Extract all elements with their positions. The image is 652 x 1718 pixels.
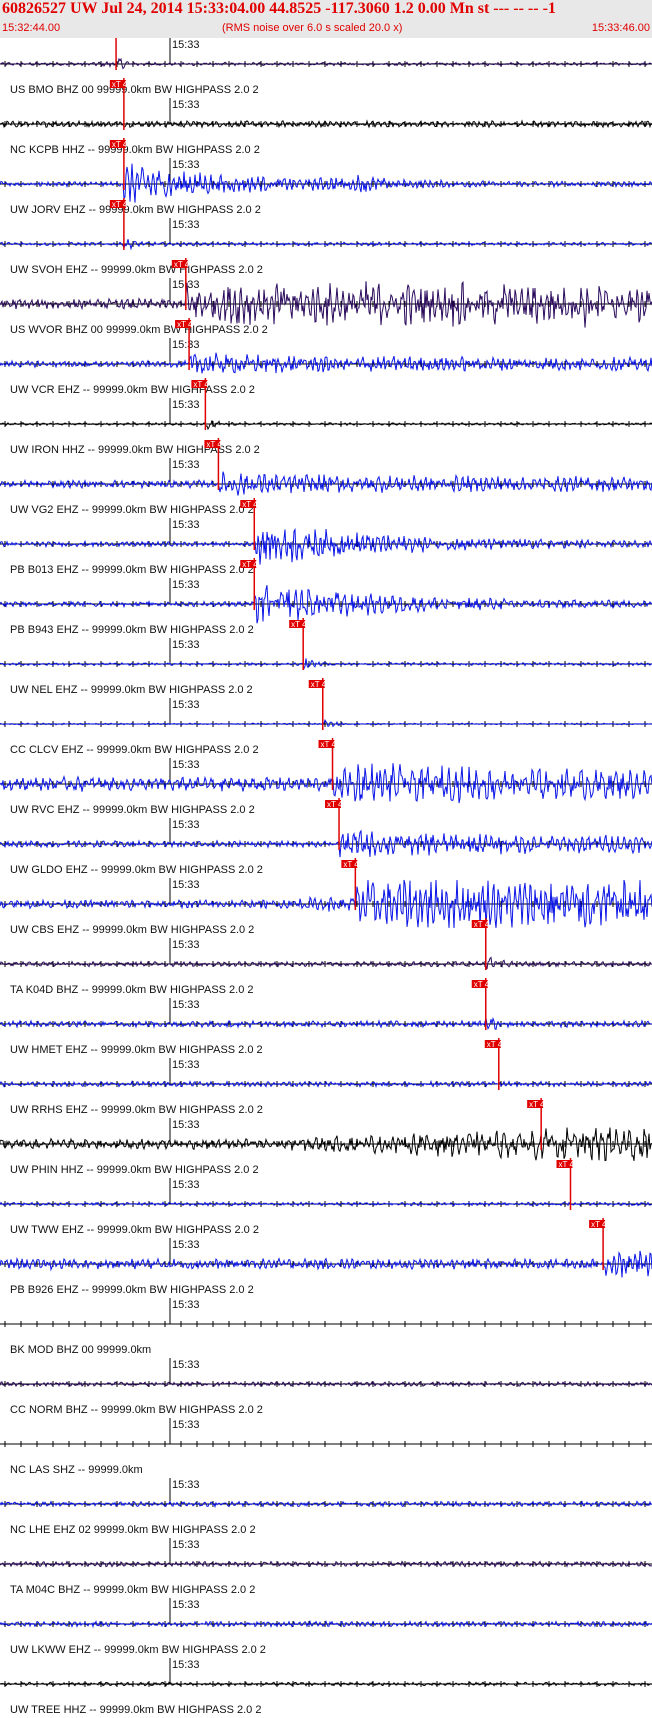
station-label: NC LHE EHZ 02 99999.0km BW HIGHPASS 2.0 …: [10, 1524, 256, 1536]
pick-label: xT 4: [177, 320, 193, 329]
minute-label: 15:33: [172, 1599, 200, 1611]
trace-row: 15:33 BK MOD BHZ 00 99999.0km: [0, 1298, 652, 1356]
station-label: UW TREE HHZ -- 99999.0km BW HIGHPASS 2.0…: [10, 1704, 261, 1716]
pick-label: xT 4: [206, 440, 222, 449]
trace-row: 15:33 CC NORM BHZ -- 99999.0km BW HIGHPAS…: [0, 1358, 652, 1416]
station-label: UW NEL EHZ -- 99999.0km BW HIGHPASS 2.0 …: [10, 684, 253, 696]
minute-label: 15:33: [172, 1059, 200, 1071]
station-label: UW VCR EHZ -- 99999.0km BW HIGHPASS 2.0 …: [10, 384, 255, 396]
minute-label: 15:33: [172, 759, 200, 771]
station-label: PB B926 EHZ -- 99999.0km BW HIGHPASS 2.0…: [10, 1284, 254, 1296]
minute-label: 15:33: [172, 219, 200, 231]
waveform: [0, 527, 652, 565]
minute-label: 15:33: [172, 939, 200, 951]
minute-label: 15:33: [172, 1359, 200, 1371]
station-label: PB B943 EHZ -- 99999.0km BW HIGHPASS 2.0…: [10, 624, 254, 636]
station-label: UW VG2 EHZ -- 99999.0km BW HIGHPASS 2.0 …: [10, 504, 254, 516]
pick-label: xT 4: [174, 260, 190, 269]
minute-label: 15:33: [172, 1119, 200, 1131]
station-label: CC CLCV EHZ -- 99999.0km BW HIGHPASS 2.0…: [10, 744, 259, 756]
minute-label: 15:33: [172, 1539, 200, 1551]
trace-row: 15:33 NC LAS SHZ -- 99999.0km: [0, 1418, 652, 1476]
pick-label: xT 4: [112, 80, 128, 89]
station-label: NC LAS SHZ -- 99999.0km: [10, 1464, 143, 1476]
station-label: UW JORV EHZ -- 99999.0km BW HIGHPASS 2.0…: [10, 204, 261, 216]
waveform: [0, 956, 652, 970]
pick-label: xT 4: [529, 1100, 545, 1109]
pick-label: xT 4: [487, 1040, 503, 1049]
station-label: UW RVC EHZ -- 99999.0km BW HIGHPASS 2.0 …: [10, 804, 255, 816]
pick-label: xT 4: [474, 920, 490, 929]
trace-row: 15:33 xT 4US BMO BHZ 00 99999.0km BW HIGH…: [0, 38, 652, 96]
minute-label: 15:33: [172, 39, 200, 51]
minute-label: 15:33: [172, 579, 200, 591]
seismogram-traces: 15:33xT 4US BMO BHZ 00 99999.0km BW HIGH…: [0, 38, 652, 1716]
trace-row: 15:33 TA M04C BHZ -- 99999.0km BW HIGHPAS…: [0, 1538, 652, 1596]
pick-label: xT 4: [291, 620, 307, 629]
waveform: [0, 658, 652, 670]
waveform: [0, 420, 652, 431]
minute-label: 15:33: [172, 1419, 200, 1431]
minute-label: 15:33: [172, 159, 200, 171]
minute-label: 15:33: [172, 699, 200, 711]
minute-label: 15:33: [172, 1659, 200, 1671]
minute-label: 15:33: [172, 459, 200, 471]
waveform: [0, 719, 652, 728]
header-bar: 60826527 UW Jul 24, 2014 15:33:04.00 44.…: [0, 0, 652, 38]
trace-row: 15:33 NC LHE EHZ 02 99999.0km BW HIGHPASS…: [0, 1478, 652, 1536]
waveform: [0, 352, 652, 374]
pick-label: xT 4: [474, 980, 490, 989]
minute-label: 15:33: [172, 519, 200, 531]
pick-label: xT 4: [193, 380, 209, 389]
station-label: UW SVOH EHZ -- 99999.0km BW HIGHPASS 2.0…: [10, 264, 263, 276]
waveform: [0, 763, 652, 804]
waveform: [0, 163, 652, 203]
station-label: TA K04D BHZ -- 99999.0km BW HIGHPASS 2.0…: [10, 984, 254, 996]
station-label: PB B013 EHZ -- 99999.0km BW HIGHPASS 2.0…: [10, 564, 254, 576]
pick-label: xT 4: [242, 500, 258, 509]
station-label: BK MOD BHZ 00 99999.0km: [10, 1344, 151, 1356]
station-label: UW CBS EHZ -- 99999.0km BW HIGHPASS 2.0 …: [10, 924, 254, 936]
start-time: 15:32:44.00: [2, 22, 61, 34]
end-time: 15:33:46.00: [591, 22, 650, 34]
pick-label: xT 4: [591, 1220, 607, 1229]
station-label: UW LKWW EHZ -- 99999.0km BW HIGHPASS 2.0…: [10, 1644, 266, 1656]
station-label: US BMO BHZ 00 99999.0km BW HIGHPASS 2.0 …: [10, 84, 259, 96]
minute-label: 15:33: [172, 399, 200, 411]
station-label: UW IRON HHZ -- 99999.0km BW HIGHPASS 2.0…: [10, 444, 260, 456]
station-label: UW HMET EHZ -- 99999.0km BW HIGHPASS 2.0…: [10, 1044, 263, 1056]
event-title: 60826527 UW Jul 24, 2014 15:33:04.00 44.…: [2, 0, 556, 17]
noise-note: (RMS noise over 6.0 s scaled 20.0 x): [222, 22, 403, 34]
pick-label: xT 4: [242, 560, 258, 569]
station-label: US WVOR BHZ 00 99999.0km BW HIGHPASS 2.0…: [10, 324, 268, 336]
station-label: NC KCPB HHZ -- 99999.0km BW HIGHPASS 2.0…: [10, 144, 260, 156]
pick-label: xT 4: [559, 1160, 575, 1169]
station-label: CC NORM BHZ -- 99999.0km BW HIGHPASS 2.0…: [10, 1404, 263, 1416]
minute-label: 15:33: [172, 639, 200, 651]
minute-label: 15:33: [172, 999, 200, 1011]
minute-label: 15:33: [172, 819, 200, 831]
station-label: TA M04C BHZ -- 99999.0km BW HIGHPASS 2.0…: [10, 1584, 255, 1596]
minute-label: 15:33: [172, 99, 200, 111]
pick-label: xT 4: [327, 800, 343, 809]
minute-label: 15:33: [172, 1299, 200, 1311]
station-label: UW RRHS EHZ -- 99999.0km BW HIGHPASS 2.0…: [10, 1104, 263, 1116]
minute-label: 15:33: [172, 1239, 200, 1251]
pick-label: xT 4: [112, 140, 128, 149]
pick-label: xT 4: [311, 680, 327, 689]
pick-label: xT 4: [112, 200, 128, 209]
trace-row: 15:33 UW TREE HHZ -- 99999.0km BW HIGHPAS…: [0, 1658, 652, 1716]
station-label: UW PHIN HHZ -- 99999.0km BW HIGHPASS 2.0…: [10, 1164, 259, 1176]
trace-row: 15:33 UW LKWW EHZ -- 99999.0km BW HIGHPAS…: [0, 1598, 652, 1656]
pick-label: xT 4: [321, 740, 337, 749]
minute-label: 15:33: [172, 879, 200, 891]
waveform: [0, 1560, 652, 1568]
minute-label: 15:33: [172, 1179, 200, 1191]
station-label: UW GLDO EHZ -- 99999.0km BW HIGHPASS 2.0…: [10, 864, 263, 876]
minute-label: 15:33: [172, 1479, 200, 1491]
pick-label: xT 4: [343, 860, 359, 869]
station-label: UW TWW EHZ -- 99999.0km BW HIGHPASS 2.0 …: [10, 1224, 259, 1236]
minute-label: 15:33: [172, 339, 200, 351]
